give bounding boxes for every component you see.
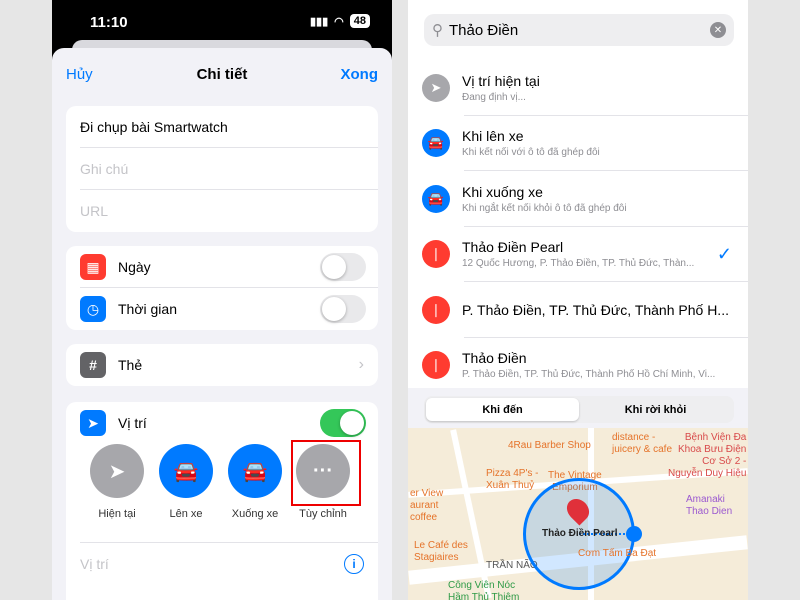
radius-handle[interactable]	[626, 526, 642, 542]
date-label: Ngày	[118, 259, 151, 275]
url-field[interactable]: URL	[66, 190, 378, 232]
map-label-com-tam: Cơm Tấm Ba Đạt	[578, 548, 657, 559]
map-label-river-view: er View aurant coffee	[410, 488, 444, 523]
car-icon: 🚘	[422, 184, 450, 213]
time-toggle[interactable]	[320, 295, 366, 323]
location-search-screen: ⚲ Thảo Điền ✕ ➤ Vị trí hiện tại Đang định …	[408, 0, 748, 600]
map[interactable]: 4Rau Barber Shop Pizza 4P's - Xuân Thuỷ …	[408, 428, 748, 600]
text-fields-group: Đi chụp bài Smartwatch Ghi chú URL	[66, 106, 378, 232]
location-arrow-icon: ➤	[90, 444, 144, 498]
search-input[interactable]: ⚲ Thảo Điền ✕	[424, 14, 734, 46]
map-label-park: Công Viên Nóc Hầm Thủ Thiêm	[448, 580, 520, 600]
list-item[interactable]: ❘ Thảo Điền Pearl 12 Quốc Hương, P. Thảo Đ…	[408, 227, 748, 283]
notes-field[interactable]: Ghi chú	[66, 148, 378, 190]
reminder-details-screen: 11:10 ▮▮▮ ◠ 48 Hủy Chi tiết Xong Đi chụp b…	[52, 0, 392, 600]
map-label-barber: 4Rau Barber Shop	[508, 440, 591, 451]
map-label-distance: distance - juicery & cafe	[612, 432, 673, 455]
option-get-in-car[interactable]: 🚘 Lên xe	[151, 444, 221, 520]
date-time-group: ▦ Ngày ◷ Thời gian	[66, 246, 378, 330]
map-label-amanaki: Amanaki Thao Dien	[686, 494, 733, 517]
car-icon: 🚘	[159, 444, 213, 498]
hashtag-icon: #	[80, 352, 106, 378]
clock-icon: ◷	[80, 296, 106, 322]
date-toggle[interactable]	[320, 253, 366, 281]
pin-icon: ❘	[422, 351, 450, 380]
done-button[interactable]: Xong	[341, 66, 379, 83]
location-arrow-icon: ➤	[80, 410, 106, 436]
map-label-hospital: Bệnh Viện Đa Khoa Bưu Điện Cơ Sở 2 - Ngu…	[668, 432, 747, 479]
title-field[interactable]: Đi chụp bài Smartwatch	[66, 106, 378, 148]
list-item[interactable]: 🚘 Khi lên xe Khi kết nối với ô tô đã ghép …	[408, 116, 748, 172]
results-list: ➤ Vị trí hiện tại Đang định vị... 🚘 Khi lên…	[408, 60, 748, 393]
pin-icon: ❘	[422, 240, 450, 269]
option-get-out-car[interactable]: 🚘 Xuống xe	[220, 444, 290, 520]
list-item[interactable]: ❘ Thảo Điền P. Thảo Điền, TP. Thủ Đức, Thà…	[408, 338, 748, 394]
battery-icon: 48	[349, 14, 370, 28]
status-bar: 11:10 ▮▮▮ ◠ 48	[52, 0, 392, 40]
signal-icon: ▮▮▮	[309, 15, 329, 28]
location-field[interactable]: Vị trí i	[66, 543, 378, 585]
clock: 11:10	[90, 14, 128, 31]
chevron-right-icon: ›	[358, 356, 364, 373]
highlight-box	[291, 440, 361, 506]
map-pin-label: Thảo Điền Pearl	[542, 528, 618, 539]
details-sheet: Hủy Chi tiết Xong Đi chụp bài Smartwatch…	[52, 48, 392, 600]
arrive-leave-segmented-control: Khi đến Khi rời khỏi	[424, 396, 734, 423]
car-icon: 🚘	[422, 129, 450, 158]
calendar-icon: ▦	[80, 254, 106, 280]
search-icon: ⚲	[432, 22, 443, 39]
info-icon[interactable]: i	[344, 554, 364, 574]
list-item[interactable]: ❘ P. Thảo Điền, TP. Thủ Đức, Thành Phố H.…	[408, 282, 748, 338]
map-label-pizza: Pizza 4P's - Xuân Thuỷ	[486, 468, 539, 491]
clear-icon[interactable]: ✕	[710, 22, 726, 38]
location-group: ➤ Vị trí ➤ Hiện tại 🚘 Lên xe 🚘 Xuống xe ··· T…	[66, 402, 378, 600]
location-label: Vị trí	[118, 415, 147, 431]
list-item[interactable]: ➤ Vị trí hiện tại Đang định vị...	[408, 60, 748, 116]
time-label: Thời gian	[118, 301, 177, 317]
checkmark-icon: ✓	[716, 243, 732, 264]
option-current[interactable]: ➤ Hiện tại	[82, 444, 152, 520]
location-toggle[interactable]	[320, 409, 366, 437]
pin-icon: ❘	[422, 295, 450, 324]
list-item[interactable]: 🚘 Khi xuống xe Khi ngắt kết nối khỏi ô tô …	[408, 171, 748, 227]
tags-label: Thẻ	[118, 357, 143, 373]
car-icon: 🚘	[228, 444, 282, 498]
segment-leaving[interactable]: Khi rời khỏi	[579, 398, 732, 421]
segment-arriving[interactable]: Khi đến	[426, 398, 579, 421]
wifi-icon: ◠	[334, 15, 344, 28]
location-arrow-icon: ➤	[422, 73, 450, 102]
map-label-cafe: Le Café des Stagiaires	[414, 540, 468, 563]
tags-row[interactable]: # Thẻ ›	[66, 344, 378, 386]
